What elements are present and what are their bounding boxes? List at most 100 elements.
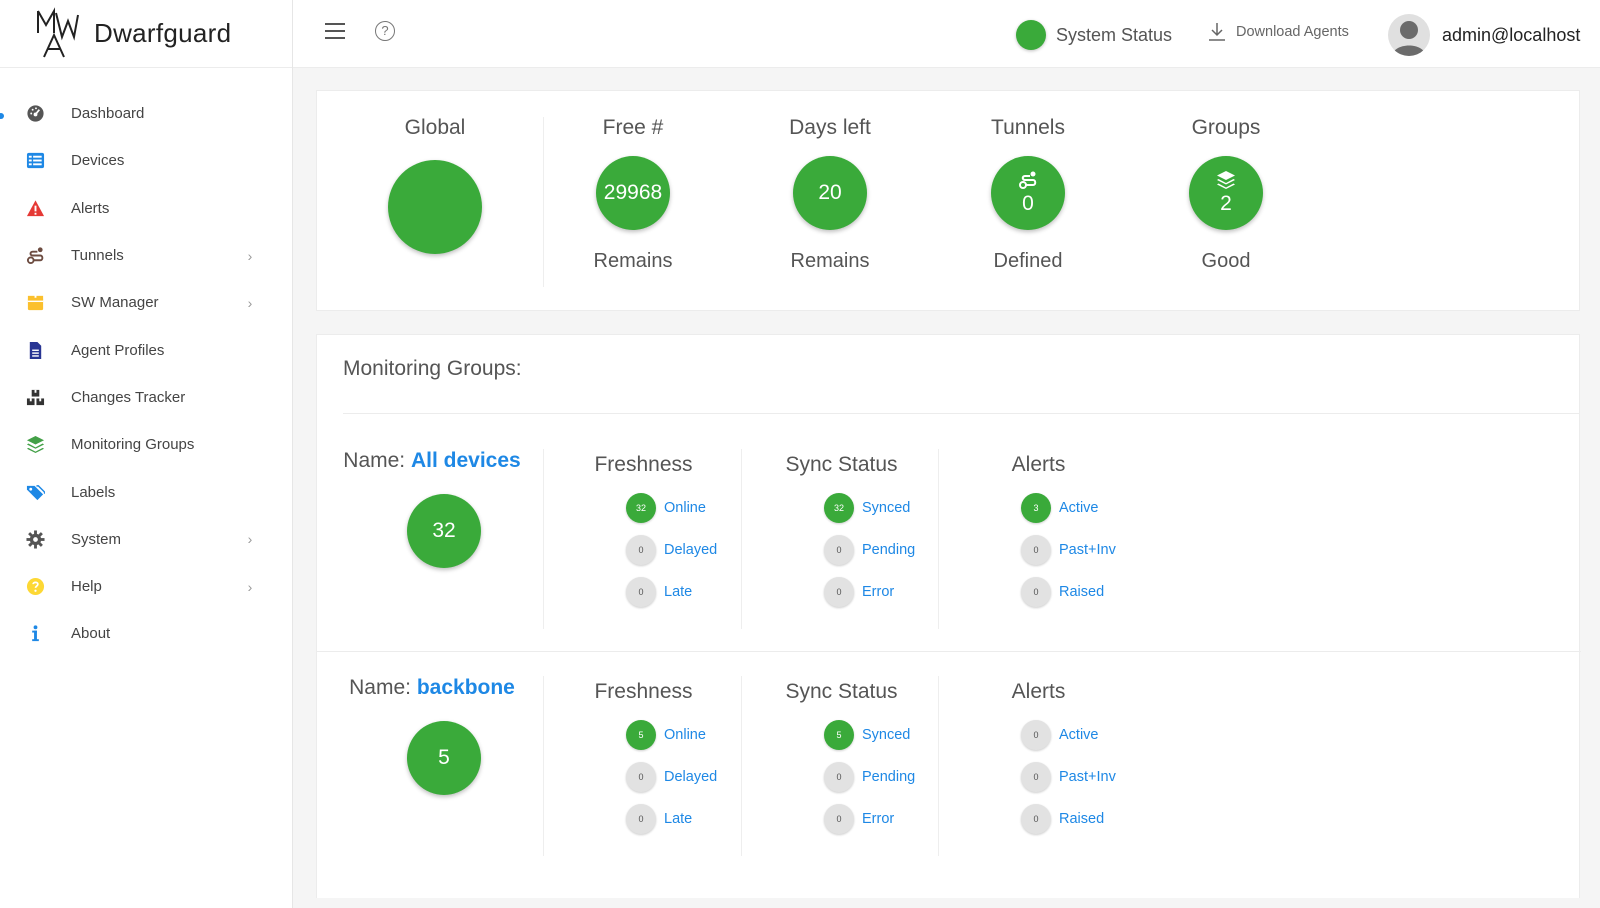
stat-bubble: 2	[1189, 156, 1263, 230]
sidebar-item-about[interactable]: About	[0, 610, 292, 657]
active-indicator	[0, 113, 4, 119]
sidebar-item-label: Alerts	[71, 199, 110, 217]
sidebar-item-dashboard[interactable]: Dashboard	[0, 90, 292, 137]
count-badge: 32	[626, 493, 656, 523]
user-email: admin@localhost	[1442, 24, 1581, 45]
sidebar-item-system[interactable]: System ›	[0, 516, 292, 563]
status-link-online[interactable]: Online	[664, 500, 706, 516]
column-title: Sync Status	[785, 680, 898, 703]
sidebar-item-alerts[interactable]: Alerts	[0, 185, 292, 232]
menu-toggle-icon[interactable]	[325, 23, 345, 39]
tags-icon	[24, 481, 46, 503]
status-row: 0 Error	[824, 804, 894, 834]
status-link-delayed[interactable]: Delayed	[664, 769, 717, 785]
stat-bubble	[388, 160, 482, 254]
brand-name: Dwarfguard	[94, 18, 232, 48]
status-link-active[interactable]: Active	[1059, 500, 1099, 516]
status-link-past-inv[interactable]: Past+Inv	[1059, 769, 1116, 785]
count-badge: 32	[824, 493, 854, 523]
column-title: Sync Status	[785, 453, 898, 476]
chevron-right-icon: ›	[247, 247, 253, 264]
status-row: 0 Pending	[824, 535, 915, 565]
status-row: 0 Delayed	[626, 762, 717, 792]
status-row: 0 Past+Inv	[1021, 762, 1116, 792]
status-link-synced[interactable]: Synced	[862, 500, 910, 516]
count-badge: 0	[824, 577, 854, 607]
status-link-error[interactable]: Error	[862, 811, 894, 827]
sidebar-item-labels[interactable]: Labels	[0, 468, 292, 515]
status-link-pending[interactable]: Pending	[862, 542, 915, 558]
sidebar-item-label: Changes Tracker	[71, 388, 186, 406]
status-row: 0 Delayed	[626, 535, 717, 565]
route-icon	[24, 245, 46, 267]
download-agents-link[interactable]: Download Agents	[1208, 22, 1349, 42]
group-name-prefix: Name:	[349, 676, 411, 699]
count-badge: 0	[1021, 535, 1051, 565]
system-status-button[interactable]: System Status	[1016, 20, 1172, 50]
brand[interactable]: Dwarfguard	[0, 0, 292, 68]
stat-subtitle: Good	[1201, 250, 1251, 272]
sidebar-item-label: Agent Profiles	[71, 341, 165, 359]
layers-icon	[24, 434, 46, 456]
sidebar-item-changes-tracker[interactable]: Changes Tracker	[0, 374, 292, 421]
sidebar-item-devices[interactable]: Devices	[0, 137, 292, 184]
group-column-freshness: Freshness 5 Online 0 Delayed 0 Late	[543, 676, 743, 856]
top-header: ? System Status Download Agents admin@lo…	[293, 0, 1600, 68]
count-badge: 0	[626, 804, 656, 834]
status-row: 3 Active	[1021, 493, 1099, 523]
sidebar-item-label: System	[71, 530, 122, 548]
boxes-icon	[24, 386, 46, 408]
sidebar-item-tunnels[interactable]: Tunnels ›	[0, 232, 292, 279]
group-column-alerts: Alerts 0 Active 0 Past+Inv 0 Raised	[938, 676, 1138, 856]
group-device-count: 5	[407, 721, 481, 795]
group-column-sync: Sync Status 32 Synced 0 Pending 0 Error	[741, 449, 941, 629]
help-circle-icon	[24, 576, 46, 598]
group-name-link[interactable]: All devices	[411, 449, 521, 472]
dashboard-icon	[24, 103, 46, 125]
status-link-raised[interactable]: Raised	[1059, 584, 1104, 600]
status-link-pending[interactable]: Pending	[862, 769, 915, 785]
sidebar-item-agent-profiles[interactable]: Agent Profiles	[0, 326, 292, 373]
count-badge: 0	[1021, 762, 1051, 792]
list-icon	[24, 150, 46, 172]
help-icon[interactable]: ?	[375, 21, 395, 41]
monitoring-groups-title: Monitoring Groups:	[343, 357, 522, 380]
sidebar-item-label: Devices	[71, 152, 125, 170]
status-row: 32 Online	[626, 493, 706, 523]
status-row: 0 Active	[1021, 720, 1099, 750]
monitoring-group: Name: backbone 5 Freshness 5 Online 0 Delayed 0…	[317, 651, 1581, 902]
sidebar-item-label: SW Manager	[71, 294, 159, 312]
user-menu[interactable]: admin@localhost	[1388, 14, 1580, 56]
sidebar-item-sw-manager[interactable]: SW Manager ›	[0, 279, 292, 326]
sidebar-item-label: Labels	[71, 483, 116, 501]
sidebar-item-label: Help	[71, 578, 102, 596]
count-badge: 5	[626, 720, 656, 750]
count-badge: 5	[824, 720, 854, 750]
count-badge: 0	[824, 535, 854, 565]
status-link-past-inv[interactable]: Past+Inv	[1059, 542, 1116, 558]
column-title: Freshness	[594, 680, 693, 703]
stat-tunnels: Tunnels 0 Defined	[928, 91, 1128, 273]
gear-icon	[24, 528, 46, 550]
status-row: 0 Late	[626, 804, 692, 834]
download-icon	[1209, 23, 1225, 41]
status-link-late[interactable]: Late	[664, 811, 692, 827]
group-name-prefix: Name:	[343, 449, 406, 472]
chevron-right-icon: ›	[247, 531, 253, 548]
warning-icon	[24, 197, 46, 219]
group-name-link[interactable]: backbone	[417, 676, 515, 699]
status-link-delayed[interactable]: Delayed	[664, 542, 717, 558]
status-link-raised[interactable]: Raised	[1059, 811, 1104, 827]
status-link-late[interactable]: Late	[664, 584, 692, 600]
status-link-online[interactable]: Online	[664, 727, 706, 743]
sidebar-item-help[interactable]: Help ›	[0, 563, 292, 610]
column-title: Freshness	[594, 453, 693, 476]
status-link-active[interactable]: Active	[1059, 727, 1099, 743]
chevron-right-icon: ›	[247, 294, 253, 311]
sidebar-item-label: Monitoring Groups	[71, 436, 195, 454]
sidebar-item-monitoring-groups[interactable]: Monitoring Groups	[0, 421, 292, 468]
stat-groups: Groups 2 Good	[1126, 91, 1326, 273]
status-link-synced[interactable]: Synced	[862, 727, 910, 743]
group-name: Name: backbone	[317, 676, 547, 700]
status-link-error[interactable]: Error	[862, 584, 894, 600]
